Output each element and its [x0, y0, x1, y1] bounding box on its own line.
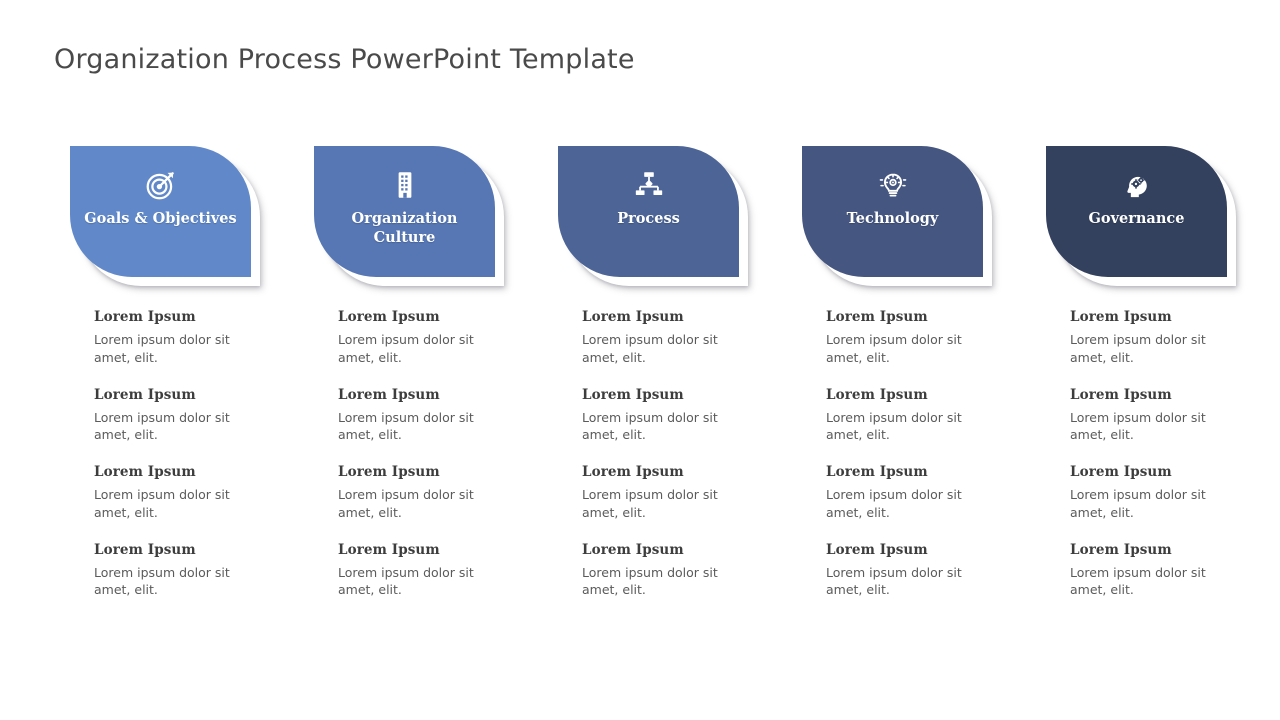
bullet-heading: Lorem Ipsum — [1070, 386, 1172, 403]
bullet-heading: Lorem Ipsum — [826, 309, 928, 325]
bullet-heading: Lorem Ipsum — [582, 541, 684, 558]
list-item: Lorem Ipsum Lorem ipsum dolor sit amet, … — [1070, 309, 1280, 367]
bullet-body: Lorem ipsum dolor sit amet, elit. — [582, 332, 718, 365]
lightbulb-gear-icon — [876, 168, 910, 202]
bullet-body: Lorem ipsum dolor sit amet, elit. — [826, 409, 962, 443]
list-item: Lorem Ipsum Lorem ipsum dolor sit amet, … — [826, 309, 1046, 367]
process-column-goals-objectives: Goals & Objectives Lorem Ipsum Lorem ips… — [70, 146, 314, 599]
bullet-body: Lorem ipsum dolor sit amet, elit. — [1070, 332, 1206, 365]
bullet-heading: Lorem Ipsum — [582, 464, 684, 480]
process-column-governance: Governance Lorem Ipsum Lorem ipsum dolor… — [1046, 146, 1280, 599]
bullet-body: Lorem ipsum dolor sit amet, elit. — [94, 332, 230, 365]
bullet-body: Lorem ipsum dolor sit amet, elit. — [1070, 409, 1206, 443]
card-title: Goals & Objectives — [84, 210, 237, 227]
list-item: Lorem Ipsum Lorem ipsum dolor sit amet, … — [338, 542, 558, 600]
list-item: Lorem Ipsum Lorem ipsum dolor sit amet, … — [338, 464, 558, 522]
page-title: Organization Process PowerPoint Template — [54, 44, 635, 75]
office-building-icon — [388, 168, 422, 202]
card-goals-objectives[interactable]: Goals & Objectives — [70, 146, 260, 286]
bullet-body: Lorem ipsum dolor sit amet, elit. — [1070, 487, 1206, 520]
bullet-body: Lorem ipsum dolor sit amet, elit. — [94, 409, 230, 443]
bullet-body: Lorem ipsum dolor sit amet, elit. — [338, 409, 474, 443]
list-item: Lorem Ipsum Lorem ipsum dolor sit amet, … — [1070, 387, 1280, 445]
list-item: Lorem Ipsum Lorem ipsum dolor sit amet, … — [826, 387, 1046, 445]
bullet-heading: Lorem Ipsum — [826, 386, 928, 403]
list-item: Lorem Ipsum Lorem ipsum dolor sit amet, … — [338, 387, 558, 445]
bullet-heading: Lorem Ipsum — [338, 309, 440, 325]
bullet-body: Lorem ipsum dolor sit amet, elit. — [338, 564, 474, 598]
process-column-process: Process Lorem Ipsum Lorem ipsum dolor si… — [558, 146, 802, 599]
bullet-body: Lorem ipsum dolor sit amet, elit. — [582, 487, 718, 520]
card-title: Governance — [1088, 210, 1185, 227]
list-item: Lorem Ipsum Lorem ipsum dolor sit amet, … — [826, 542, 1046, 600]
bullet-heading: Lorem Ipsum — [94, 464, 196, 480]
bullet-heading: Lorem Ipsum — [582, 386, 684, 403]
bullet-heading: Lorem Ipsum — [94, 386, 196, 403]
bullet-heading: Lorem Ipsum — [1070, 541, 1172, 558]
card-title: Technology — [846, 210, 939, 227]
bullet-body: Lorem ipsum dolor sit amet, elit. — [582, 564, 718, 598]
bullet-body: Lorem ipsum dolor sit amet, elit. — [94, 487, 230, 520]
card-technology[interactable]: Technology — [802, 146, 992, 286]
bullet-body: Lorem ipsum dolor sit amet, elit. — [826, 332, 962, 365]
list-item: Lorem Ipsum Lorem ipsum dolor sit amet, … — [94, 464, 314, 522]
card-title: Process — [617, 210, 680, 227]
process-columns-row: Goals & Objectives Lorem Ipsum Lorem ips… — [0, 146, 1280, 599]
list-item: Lorem Ipsum Lorem ipsum dolor sit amet, … — [94, 542, 314, 600]
bullet-heading: Lorem Ipsum — [338, 464, 440, 480]
bullet-heading: Lorem Ipsum — [338, 386, 440, 403]
list-item: Lorem Ipsum Lorem ipsum dolor sit amet, … — [582, 542, 802, 600]
bullet-body: Lorem ipsum dolor sit amet, elit. — [338, 332, 474, 365]
bullet-body: Lorem ipsum dolor sit amet, elit. — [1070, 564, 1206, 598]
bullet-heading: Lorem Ipsum — [826, 464, 928, 480]
bullet-body: Lorem ipsum dolor sit amet, elit. — [94, 564, 230, 598]
bullet-heading: Lorem Ipsum — [582, 309, 684, 325]
list-item: Lorem Ipsum Lorem ipsum dolor sit amet, … — [1070, 464, 1280, 522]
head-gears-icon — [1120, 168, 1154, 202]
bullet-heading: Lorem Ipsum — [94, 541, 196, 558]
bullet-list: Lorem Ipsum Lorem ipsum dolor sit amet, … — [1046, 309, 1280, 599]
bullet-heading: Lorem Ipsum — [1070, 464, 1172, 480]
list-item: Lorem Ipsum Lorem ipsum dolor sit amet, … — [1070, 542, 1280, 600]
bullet-body: Lorem ipsum dolor sit amet, elit. — [826, 487, 962, 520]
bullet-heading: Lorem Ipsum — [1070, 309, 1172, 325]
process-column-technology: Technology Lorem Ipsum Lorem ipsum dolor… — [802, 146, 1046, 599]
card-governance[interactable]: Governance — [1046, 146, 1236, 286]
list-item: Lorem Ipsum Lorem ipsum dolor sit amet, … — [582, 464, 802, 522]
list-item: Lorem Ipsum Lorem ipsum dolor sit amet, … — [94, 309, 314, 367]
bullet-heading: Lorem Ipsum — [338, 541, 440, 558]
list-item: Lorem Ipsum Lorem ipsum dolor sit amet, … — [582, 387, 802, 445]
target-arrow-icon — [144, 168, 178, 202]
card-title: Organization Culture — [351, 210, 458, 246]
card-face[interactable]: Governance — [1046, 146, 1227, 277]
card-process[interactable]: Process — [558, 146, 748, 286]
bullet-heading: Lorem Ipsum — [826, 541, 928, 558]
list-item: Lorem Ipsum Lorem ipsum dolor sit amet, … — [826, 464, 1046, 522]
list-item: Lorem Ipsum Lorem ipsum dolor sit amet, … — [338, 309, 558, 367]
bullet-body: Lorem ipsum dolor sit amet, elit. — [582, 409, 718, 443]
card-face[interactable]: Goals & Objectives — [70, 146, 251, 277]
bullet-list: Lorem Ipsum Lorem ipsum dolor sit amet, … — [558, 309, 802, 599]
list-item: Lorem Ipsum Lorem ipsum dolor sit amet, … — [582, 309, 802, 367]
card-face[interactable]: Organization Culture — [314, 146, 495, 277]
process-column-organization-culture: Organization Culture Lorem Ipsum Lorem ip… — [314, 146, 558, 599]
list-item: Lorem Ipsum Lorem ipsum dolor sit amet, … — [94, 387, 314, 445]
bullet-list: Lorem Ipsum Lorem ipsum dolor sit amet, … — [314, 309, 558, 599]
bullet-list: Lorem Ipsum Lorem ipsum dolor sit amet, … — [70, 309, 314, 599]
card-face[interactable]: Technology — [802, 146, 983, 277]
card-organization-culture[interactable]: Organization Culture — [314, 146, 504, 286]
org-chart-hierarchy-icon — [632, 168, 666, 202]
bullet-body: Lorem ipsum dolor sit amet, elit. — [826, 564, 962, 598]
bullet-list: Lorem Ipsum Lorem ipsum dolor sit amet, … — [802, 309, 1046, 599]
bullet-heading: Lorem Ipsum — [94, 309, 196, 325]
card-face[interactable]: Process — [558, 146, 739, 277]
bullet-body: Lorem ipsum dolor sit amet, elit. — [338, 487, 474, 520]
